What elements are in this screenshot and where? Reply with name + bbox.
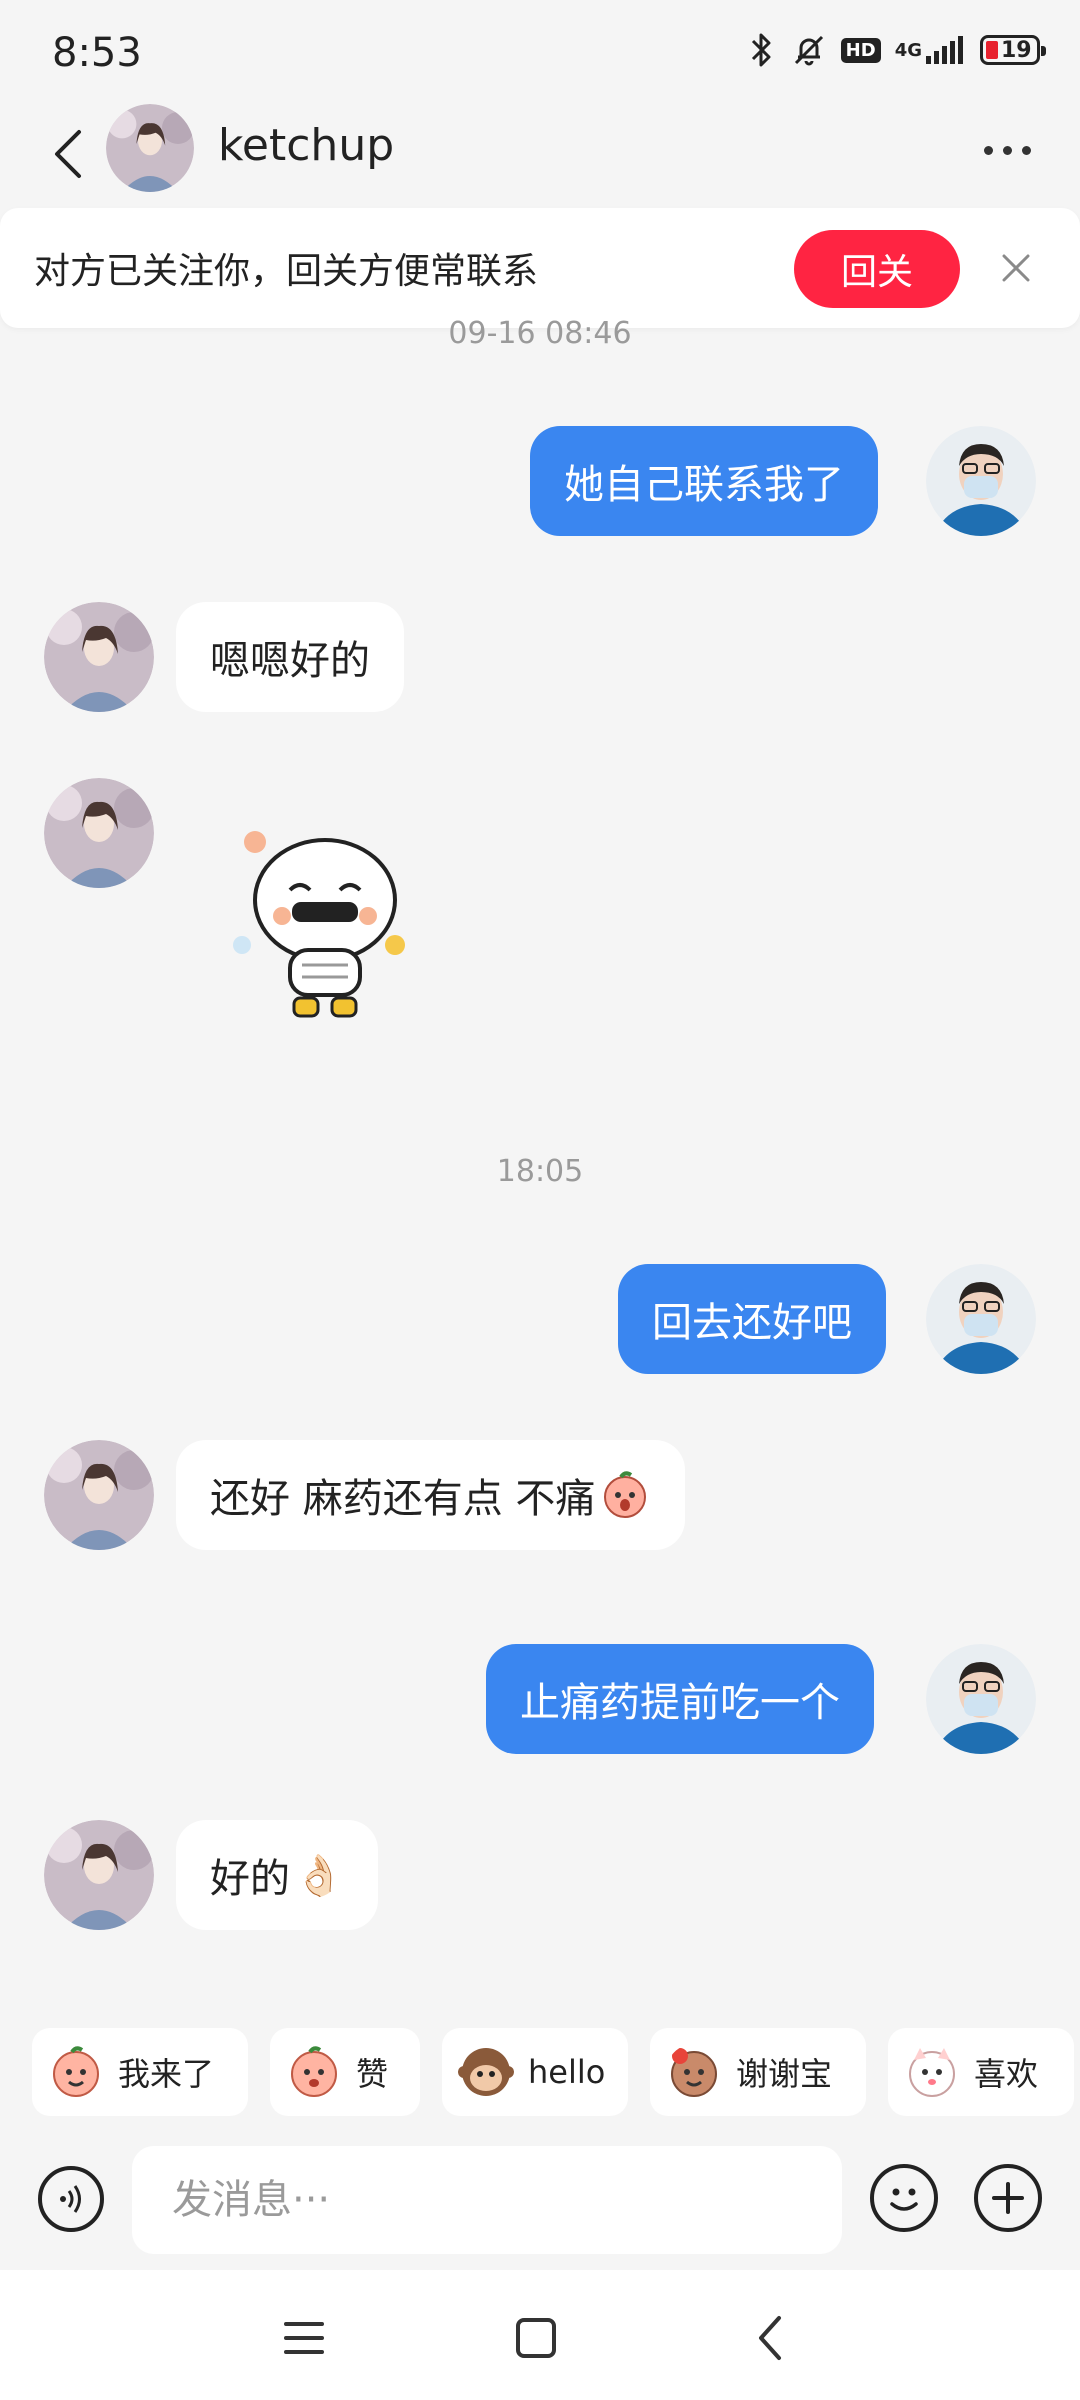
peach-emoji-icon [671, 2048, 717, 2097]
quick-reply-label: 谢谢宝 [736, 2055, 833, 2093]
peach-emoji-icon [604, 1471, 647, 1518]
network-label: 4G [894, 39, 922, 61]
dot [1002, 145, 1012, 155]
quick-reply-chip[interactable]: 谢谢宝 [650, 2028, 866, 2116]
system-back-button[interactable] [740, 2308, 800, 2368]
contact-message-avatar[interactable] [44, 1440, 154, 1550]
quick-reply-label: 我来了 [118, 2055, 215, 2093]
contact-name: ketchup [218, 120, 395, 171]
message-bubble-incoming[interactable]: 好的 👌🏻 [176, 1820, 378, 1930]
hd-icon: HD [840, 37, 881, 63]
quick-reply-chip[interactable]: 我来了 [32, 2028, 248, 2116]
timestamp: 18:05 [496, 1154, 584, 1189]
timestamp: 09-16 08:46 [448, 316, 632, 351]
recent-apps-button[interactable] [274, 2308, 334, 2368]
message-text: 好的 [210, 1856, 290, 1902]
bell-muted-icon [791, 32, 827, 68]
emoji-button[interactable] [870, 2164, 938, 2232]
message-bubble-incoming[interactable]: 还好 麻药还有点 不痛 [176, 1440, 686, 1550]
add-attachment-button[interactable] [974, 2164, 1042, 2232]
dot [1021, 145, 1031, 155]
cat-emoji-icon [909, 2048, 955, 2097]
my-avatar[interactable] [926, 426, 1036, 536]
chat-header: ketchup [0, 100, 1080, 208]
contact-avatar[interactable] [106, 104, 194, 192]
message-bubble-outgoing[interactable]: 回去还好吧 [618, 1264, 886, 1374]
status-bar: 8:53 HD 4G 19 [0, 0, 1080, 110]
my-avatar[interactable] [926, 1264, 1036, 1374]
follow-back-banner: 对方已关注你，回关方便常联系 回关 [0, 208, 1080, 328]
ok-hand-emoji: 👌🏻 [294, 1852, 344, 1899]
home-icon [516, 2318, 556, 2358]
close-banner-button[interactable] [992, 244, 1040, 292]
contact-message-avatar[interactable] [44, 602, 154, 712]
menu-icon [284, 2322, 324, 2354]
message-bubble-outgoing[interactable]: 她自己联系我了 [530, 426, 878, 536]
voice-button[interactable] [38, 2166, 104, 2232]
sticker-image[interactable] [230, 820, 420, 1030]
my-avatar[interactable] [926, 1644, 1036, 1754]
more-options-button[interactable] [974, 130, 1040, 170]
message-bubble-incoming[interactable]: 嗯嗯好的 [176, 602, 404, 712]
quick-reply-bar: 我来了 赞 hello 谢谢宝 喜欢 [0, 1990, 1080, 2140]
peach-emoji-icon [291, 2046, 337, 2097]
battery-fill [986, 41, 998, 59]
follow-banner-text: 对方已关注你，回关方便常联系 [34, 251, 539, 292]
back-icon [759, 2316, 781, 2360]
message-input-bar [0, 2130, 1080, 2270]
message-bubble-outgoing[interactable]: 止痛药提前吃一个 [486, 1644, 874, 1754]
quick-reply-chip[interactable]: 喜欢 [888, 2028, 1074, 2116]
quick-reply-label: 喜欢 [974, 2055, 1039, 2093]
quick-reply-label: 赞 [356, 2055, 389, 2093]
bluetooth-icon [747, 32, 777, 68]
quick-reply-label: hello [528, 2053, 606, 2091]
more-dots-icon [983, 145, 993, 155]
status-time: 8:53 [52, 30, 142, 76]
contact-message-avatar[interactable] [44, 778, 154, 888]
battery-level: 19 [1001, 37, 1032, 63]
message-input[interactable] [132, 2146, 842, 2254]
monkey-emoji-icon [458, 2048, 514, 2096]
system-nav-bar [0, 2270, 1080, 2400]
smiley-icon [890, 2188, 918, 2211]
quick-reply-chip[interactable]: hello [442, 2028, 628, 2116]
back-button[interactable] [40, 120, 96, 188]
peach-emoji-icon [53, 2046, 99, 2097]
message-text: 还好 麻药还有点 不痛 [210, 1476, 596, 1522]
battery-tip [1041, 46, 1046, 56]
voice-icon [60, 2185, 81, 2213]
contact-message-avatar[interactable] [44, 1820, 154, 1930]
quick-reply-chip[interactable]: 赞 [270, 2028, 420, 2116]
chevron-left-icon [55, 130, 81, 178]
follow-back-button[interactable]: 回关 [794, 230, 960, 308]
signal-icon: 4G [895, 34, 966, 66]
home-button[interactable] [506, 2308, 566, 2368]
status-icons: HD 4G 19 [747, 32, 1046, 68]
plus-icon [992, 2182, 1024, 2214]
close-icon [1002, 254, 1030, 282]
battery-icon: 19 [980, 35, 1046, 65]
